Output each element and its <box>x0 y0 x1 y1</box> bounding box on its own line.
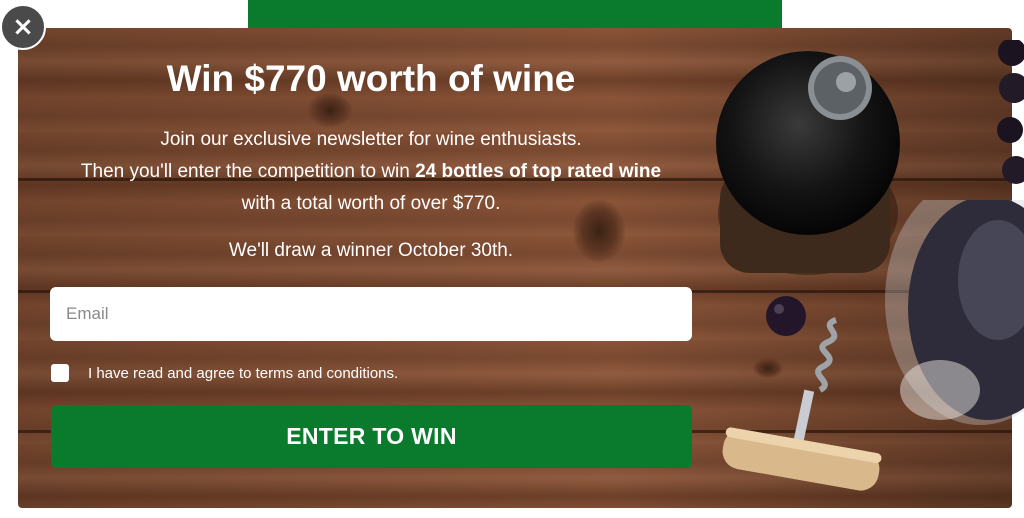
terms-label[interactable]: I have read and agree to terms and condi… <box>88 365 398 382</box>
email-input[interactable] <box>50 287 692 341</box>
wine-glass-image <box>885 200 1024 425</box>
prize-highlight: 24 bottles of top rated wine <box>415 161 662 182</box>
top-banner-strip <box>248 0 782 28</box>
terms-checkbox[interactable] <box>51 364 69 382</box>
description-line: Then you'll enter the competition to win… <box>30 156 712 188</box>
description-line: Join our exclusive newsletter for wine e… <box>160 129 582 150</box>
corkscrew-image <box>722 317 882 491</box>
close-icon[interactable]: × <box>0 4 46 50</box>
terms-row: I have read and agree to terms and condi… <box>51 364 398 382</box>
popup-title: Win $770 worth of wine <box>166 58 576 99</box>
description-text: Then you'll enter the competition to win <box>80 161 416 182</box>
description-line: with a total worth of over $770. <box>241 193 501 214</box>
popup-description: Join our exclusive newsletter for wine e… <box>30 124 712 220</box>
wine-bottle-image <box>716 51 900 275</box>
grapes-image <box>997 40 1024 184</box>
enter-to-win-button[interactable]: ENTER TO WIN <box>51 405 692 468</box>
draw-date-notice: We'll draw a winner October 30th. <box>228 240 514 261</box>
